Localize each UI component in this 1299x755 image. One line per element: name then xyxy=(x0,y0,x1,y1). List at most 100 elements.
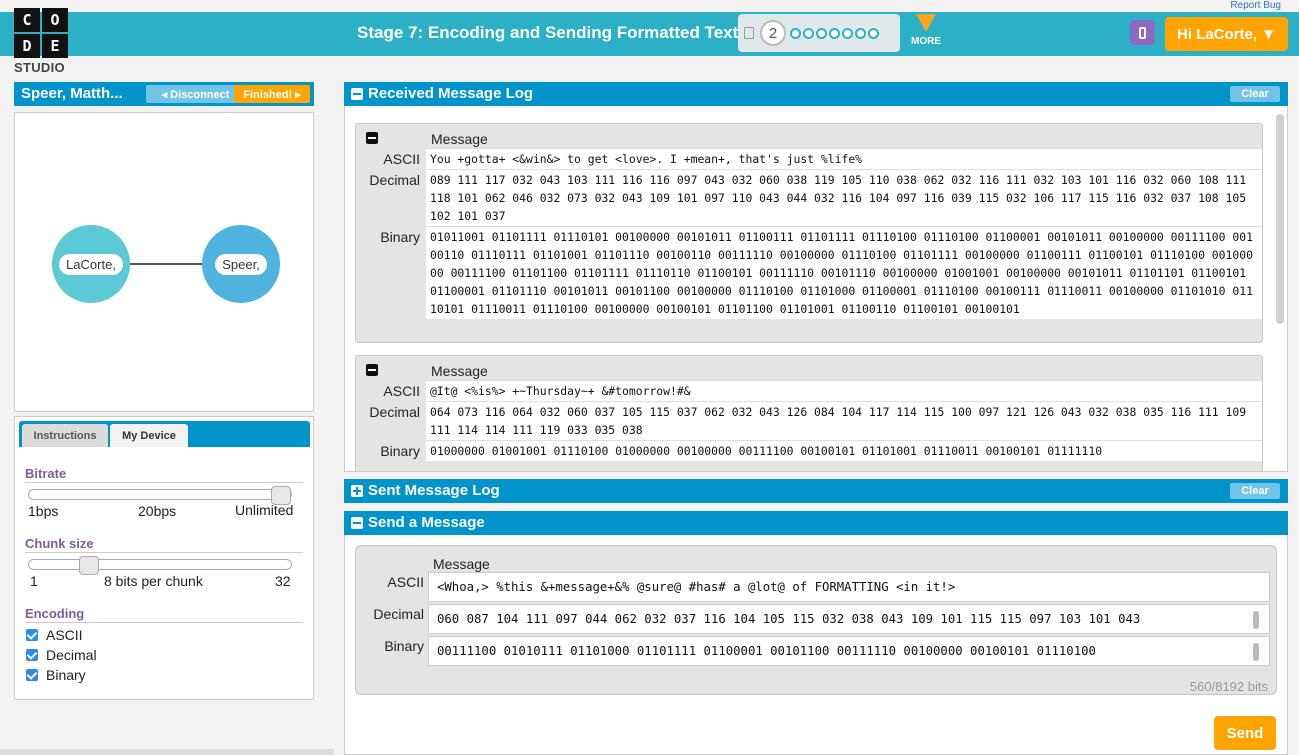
received-message-card: Message ASCII You +gotta+ <&win&> to get… xyxy=(355,123,1263,343)
document-icon[interactable] xyxy=(744,27,754,39)
ascii-label: ASCII xyxy=(387,574,424,590)
level-dot[interactable] xyxy=(816,27,827,39)
collapse-icon[interactable] xyxy=(366,364,378,376)
current-level-bubble[interactable]: 2 xyxy=(760,20,786,46)
level-progress: 2 xyxy=(738,14,900,52)
checkbox-checked-icon[interactable] xyxy=(26,669,38,681)
connection-line xyxy=(130,263,202,265)
clear-sent-button[interactable]: Clear xyxy=(1230,483,1280,499)
bitrate-value: 20bps xyxy=(138,503,177,519)
received-log-title: Received Message Log xyxy=(368,85,534,102)
level-dot[interactable] xyxy=(855,27,866,39)
encoding-label: Encoding xyxy=(25,606,303,623)
binary-value: 01000000 01001001 01110100 01000000 0010… xyxy=(426,440,1262,461)
chunk-max: 32 xyxy=(275,573,291,589)
node-label: LaCorte, xyxy=(59,253,123,275)
user-menu-button[interactable]: Hi LaCorte, ▼ xyxy=(1165,17,1288,51)
more-button[interactable]: MORE xyxy=(906,14,946,47)
compose-card: Message ASCII <Whoa,> %this &+message+&%… xyxy=(355,545,1277,695)
logo-letter: O xyxy=(42,8,68,32)
send-button[interactable]: Send xyxy=(1214,716,1276,750)
chunk-size-slider[interactable] xyxy=(28,556,292,575)
code-studio-logo[interactable]: C O D E STUDIO xyxy=(14,8,70,78)
decimal-value: 064 073 116 064 032 060 037 105 115 037 … xyxy=(426,401,1262,440)
tab-instructions[interactable]: Instructions xyxy=(22,424,108,447)
message-label: Message xyxy=(431,131,488,147)
logo-letter: E xyxy=(42,34,68,58)
logo-letter: D xyxy=(14,34,40,58)
encoding-decimal-checkbox[interactable]: Decimal xyxy=(26,647,97,663)
collapse-icon[interactable] xyxy=(366,132,378,144)
decimal-row: Decimal 064 073 116 064 032 060 037 105 … xyxy=(356,401,1262,440)
stage-title: Stage 7: Encoding and Sending Formatted … xyxy=(357,23,739,42)
level-dot[interactable] xyxy=(803,27,814,39)
checkbox-label: Binary xyxy=(46,667,86,683)
tab-strip: Instructions My Device xyxy=(19,421,310,447)
bits-count: 560/8192 bits xyxy=(1189,679,1268,694)
report-bug-link[interactable]: Report Bug xyxy=(1230,0,1281,12)
received-log-header[interactable]: Received Message Log Clear xyxy=(344,82,1288,106)
device-settings-panel: Instructions My Device Bitrate 1bps 20bp… xyxy=(14,416,314,700)
clear-received-button[interactable]: Clear xyxy=(1230,86,1280,102)
level-dot[interactable] xyxy=(829,27,840,39)
message-header: Message xyxy=(356,124,1262,148)
row-label: Binary xyxy=(380,443,420,459)
collapse-icon[interactable] xyxy=(351,517,363,529)
checkbox-label: ASCII xyxy=(46,627,83,643)
binary-row: Binary 01000000 01001001 01110100 010000… xyxy=(356,440,1262,461)
ascii-row: ASCII You +gotta+ <&win&> to get <love>.… xyxy=(356,148,1262,169)
phone-button[interactable] xyxy=(1130,20,1155,45)
decimal-label: Decimal xyxy=(373,606,424,622)
ascii-value: You +gotta+ <&win&> to get <love>. I +me… xyxy=(426,148,1262,169)
binary-row: Binary 01011001 01101111 01110101 001000… xyxy=(356,226,1262,319)
row-label: Decimal xyxy=(369,404,420,420)
finished-button[interactable]: Finished! ▸ xyxy=(234,85,310,103)
bitrate-slider[interactable] xyxy=(28,486,292,505)
ascii-row: ASCII @It@ <%is%> +~Thursday~+ &#tomorro… xyxy=(356,380,1262,401)
node-speer: Speer, xyxy=(202,225,280,303)
checkbox-checked-icon[interactable] xyxy=(26,629,38,641)
left-footer-strip xyxy=(0,749,334,755)
checkbox-label: Decimal xyxy=(46,647,97,663)
disconnect-button[interactable]: ◂ Disconnect xyxy=(146,85,245,103)
decimal-input-scrollbar[interactable] xyxy=(1253,611,1259,629)
received-log-scrollbar[interactable] xyxy=(1276,114,1284,324)
bitrate-max: Unlimited xyxy=(235,502,294,518)
level-dot[interactable] xyxy=(790,27,801,39)
level-dot[interactable] xyxy=(868,27,879,39)
peer-name: Speer, Matth... xyxy=(21,85,123,102)
decimal-value: 089 111 117 032 043 103 111 116 116 097 … xyxy=(426,169,1262,226)
decimal-input[interactable]: 060 087 104 111 097 044 062 032 037 116 … xyxy=(428,604,1270,634)
chunk-size-slider-handle[interactable] xyxy=(79,556,99,575)
more-label: MORE xyxy=(911,36,941,47)
binary-input-text: 00111100 01010111 01101000 01101111 0110… xyxy=(437,644,1096,658)
received-message-card: Message ASCII @It@ <%is%> +~Thursday~+ &… xyxy=(355,355,1263,471)
binary-input-scrollbar[interactable] xyxy=(1253,643,1259,661)
binary-input[interactable]: 00111100 01010111 01101000 01101111 0110… xyxy=(428,636,1270,666)
encoding-ascii-checkbox[interactable]: ASCII xyxy=(26,627,83,643)
bitrate-label: Bitrate xyxy=(25,466,303,483)
decimal-row: Decimal 089 111 117 032 043 103 111 116 … xyxy=(356,169,1262,226)
ascii-input[interactable]: <Whoa,> %this &+message+&% @sure@ #has# … xyxy=(428,572,1270,602)
checkbox-checked-icon[interactable] xyxy=(26,649,38,661)
sent-log-header[interactable]: Sent Message Log Clear xyxy=(344,479,1288,503)
phone-icon xyxy=(1139,26,1146,39)
received-log-body[interactable]: Message ASCII You +gotta+ <&win&> to get… xyxy=(344,106,1288,472)
logo-letter: C xyxy=(14,8,40,32)
chunk-min: 1 xyxy=(30,573,38,589)
chunk-value: 8 bits per chunk xyxy=(104,573,203,589)
row-label: Binary xyxy=(380,229,420,245)
tab-my-device[interactable]: My Device xyxy=(110,424,188,447)
level-dot[interactable] xyxy=(842,27,853,39)
message-header: Message xyxy=(356,356,1262,380)
send-message-header[interactable]: Send a Message xyxy=(344,511,1288,535)
logo-studio-text: STUDIO xyxy=(14,60,65,75)
expand-icon[interactable] xyxy=(351,485,363,497)
row-label: ASCII xyxy=(383,151,420,167)
binary-value: 01011001 01101111 01110101 00100000 0010… xyxy=(426,226,1262,319)
triangle-down-icon xyxy=(916,14,936,32)
message-label: Message xyxy=(433,556,490,572)
encoding-binary-checkbox[interactable]: Binary xyxy=(26,667,86,683)
collapse-icon[interactable] xyxy=(351,88,363,100)
network-diagram: LaCorte, Speer, xyxy=(14,112,314,412)
